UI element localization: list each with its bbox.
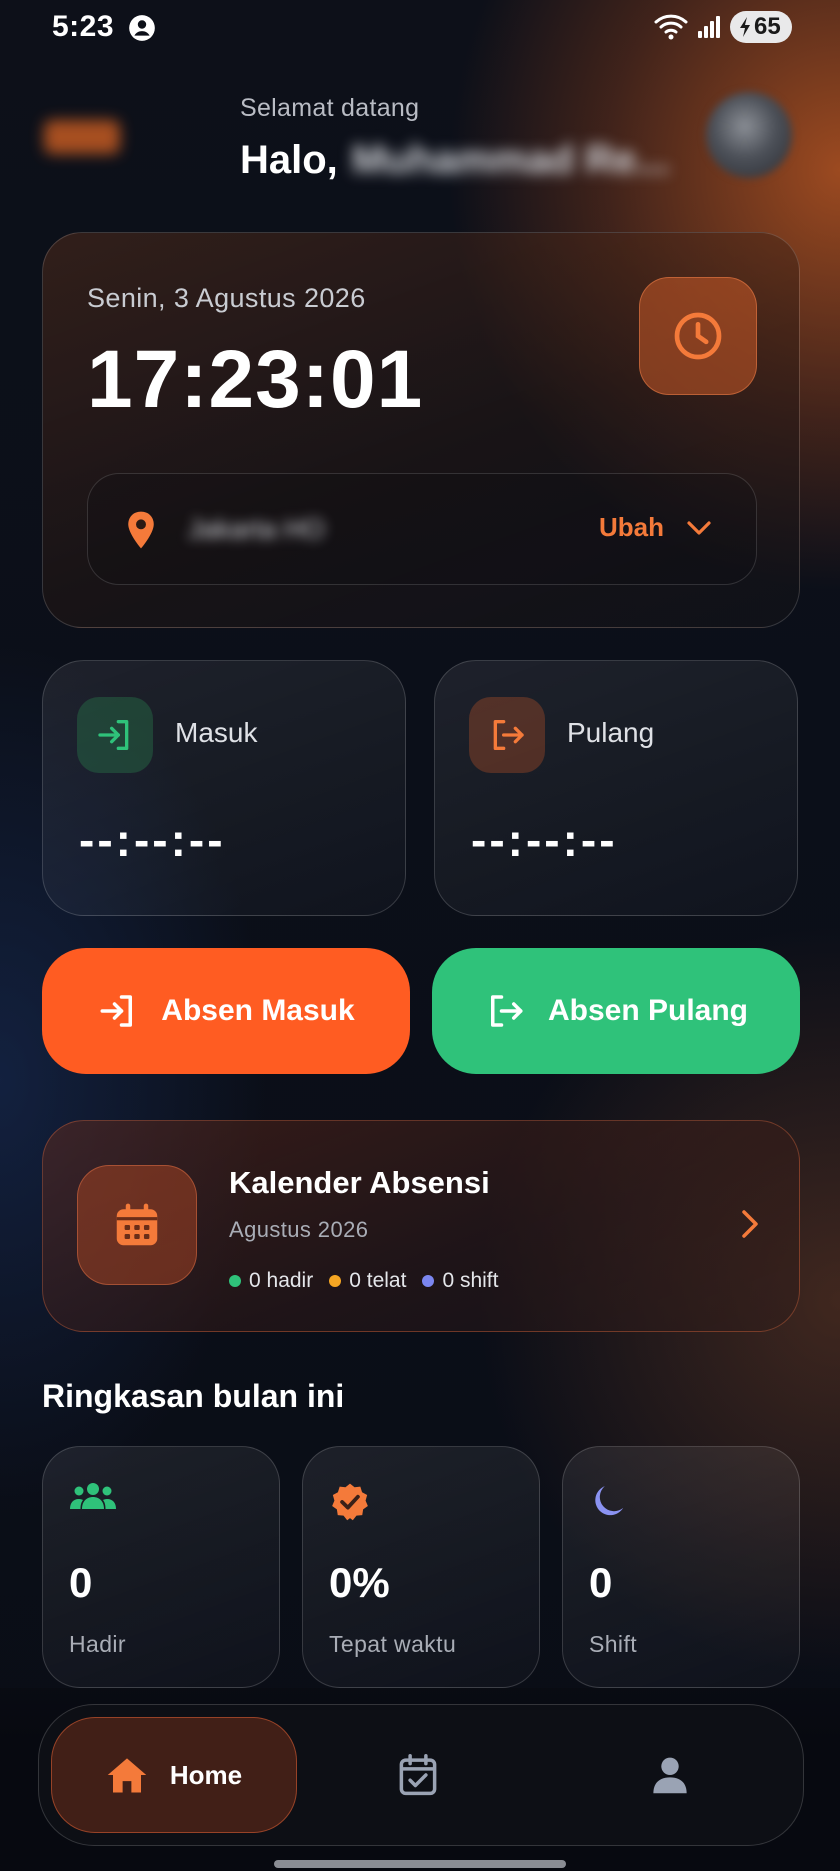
nav-home[interactable]: Home xyxy=(51,1717,297,1833)
verified-badge-icon xyxy=(332,1483,368,1521)
calendar-title: Kalender Absensi xyxy=(229,1165,490,1200)
user-name: Muhammad Re... xyxy=(351,138,670,182)
current-time: 17:23:01 xyxy=(87,334,424,425)
summary-card-ontime: 0% Tepat waktu xyxy=(302,1446,540,1688)
profile-icon[interactable] xyxy=(651,1755,689,1795)
signal-icon xyxy=(698,16,720,38)
home-indicator xyxy=(274,1860,566,1868)
moon-icon xyxy=(595,1486,624,1516)
check-in-time: --:--:-- xyxy=(79,814,226,866)
charging-icon xyxy=(740,17,750,37)
location-selector[interactable]: Jakarta HO Ubah xyxy=(87,473,757,585)
stat-present-label: 0 hadir xyxy=(249,1269,314,1292)
home-icon xyxy=(107,1758,147,1793)
calendar-icon xyxy=(116,1203,158,1246)
summary-ontime-value: 0% xyxy=(329,1559,390,1606)
status-icons: 65 xyxy=(654,11,792,43)
nav-home-label: Home xyxy=(169,1759,243,1790)
check-out-button[interactable]: Absen Pulang xyxy=(432,948,800,1074)
check-in-button[interactable]: Absen Masuk xyxy=(42,948,410,1074)
stat-present: 0 hadir xyxy=(229,1269,313,1293)
change-label: Ubah xyxy=(599,512,664,542)
status-dot xyxy=(229,1275,241,1287)
company-logo xyxy=(44,120,120,154)
check-in-label: Masuk xyxy=(175,717,258,748)
logout-icon xyxy=(493,720,524,750)
clock-button[interactable] xyxy=(639,277,757,395)
logout-icon xyxy=(490,995,523,1027)
status-dot xyxy=(329,1275,342,1287)
status-time: 5:23 xyxy=(52,10,115,43)
hello-title: Halo, Muhammad Re... xyxy=(240,138,670,183)
check-out-card: Pulang --:--:-- xyxy=(434,660,798,916)
summary-present-label: Hadir xyxy=(69,1631,126,1657)
wifi-icon xyxy=(654,14,688,40)
summary-present-value: 0 xyxy=(69,1559,93,1606)
check-out-time: --:--:-- xyxy=(471,814,618,866)
avatar[interactable] xyxy=(706,92,792,178)
check-in-button-label: Absen Masuk xyxy=(161,994,355,1027)
stat-shift-label: 0 shift xyxy=(442,1269,499,1292)
location-pin-icon xyxy=(128,511,154,549)
battery-level: 65 xyxy=(754,13,781,40)
calendar-month: Agustus 2026 xyxy=(229,1217,369,1242)
calendar-check-icon[interactable] xyxy=(397,1753,439,1797)
check-out-icon-box xyxy=(469,697,545,773)
summary-ontime-label: Tepat waktu xyxy=(329,1631,457,1657)
clock-icon xyxy=(674,312,722,360)
chevron-down-icon xyxy=(687,520,711,535)
location-name: Jakarta HO xyxy=(188,514,325,544)
hello-prefix: Halo, xyxy=(240,138,338,182)
current-date: Senin, 3 Agustus 2026 xyxy=(87,283,366,313)
summary-shift-label: Shift xyxy=(589,1631,638,1657)
stat-shift: 0 shift xyxy=(422,1269,498,1293)
greeting-text: Selamat datang xyxy=(240,94,420,122)
summary-title: Ringkasan bulan ini xyxy=(42,1378,345,1414)
bottom-navigation: Home xyxy=(38,1704,804,1846)
login-icon xyxy=(100,995,133,1027)
chevron-right-icon xyxy=(742,1210,758,1238)
people-icon xyxy=(70,1483,116,1509)
change-location-button[interactable]: Ubah xyxy=(599,512,712,543)
check-out-button-label: Absen Pulang xyxy=(547,994,749,1027)
summary-shift-value: 0 xyxy=(589,1559,613,1606)
check-out-label: Pulang xyxy=(567,717,655,748)
check-in-icon-box xyxy=(77,697,153,773)
account-circle-icon xyxy=(129,15,155,41)
summary-card-present: 0 Hadir xyxy=(42,1446,280,1688)
check-in-card: Masuk --:--:-- xyxy=(42,660,406,916)
calendar-icon-box xyxy=(77,1165,197,1285)
calendar-stats: 0 hadir 0 telat 0 shift xyxy=(229,1269,498,1293)
status-dot xyxy=(422,1275,435,1287)
attendance-calendar-card[interactable]: Kalender Absensi Agustus 2026 0 hadir 0 … xyxy=(42,1120,800,1332)
battery-indicator: 65 xyxy=(730,11,792,43)
stat-late-label: 0 telat xyxy=(349,1269,407,1292)
login-icon xyxy=(98,720,129,750)
time-card: Senin, 3 Agustus 2026 17:23:01 Jakarta H… xyxy=(42,232,800,628)
status-bar: 5:23 65 xyxy=(0,0,840,56)
summary-card-shift: 0 Shift xyxy=(562,1446,800,1688)
stat-late: 0 telat xyxy=(329,1269,406,1293)
